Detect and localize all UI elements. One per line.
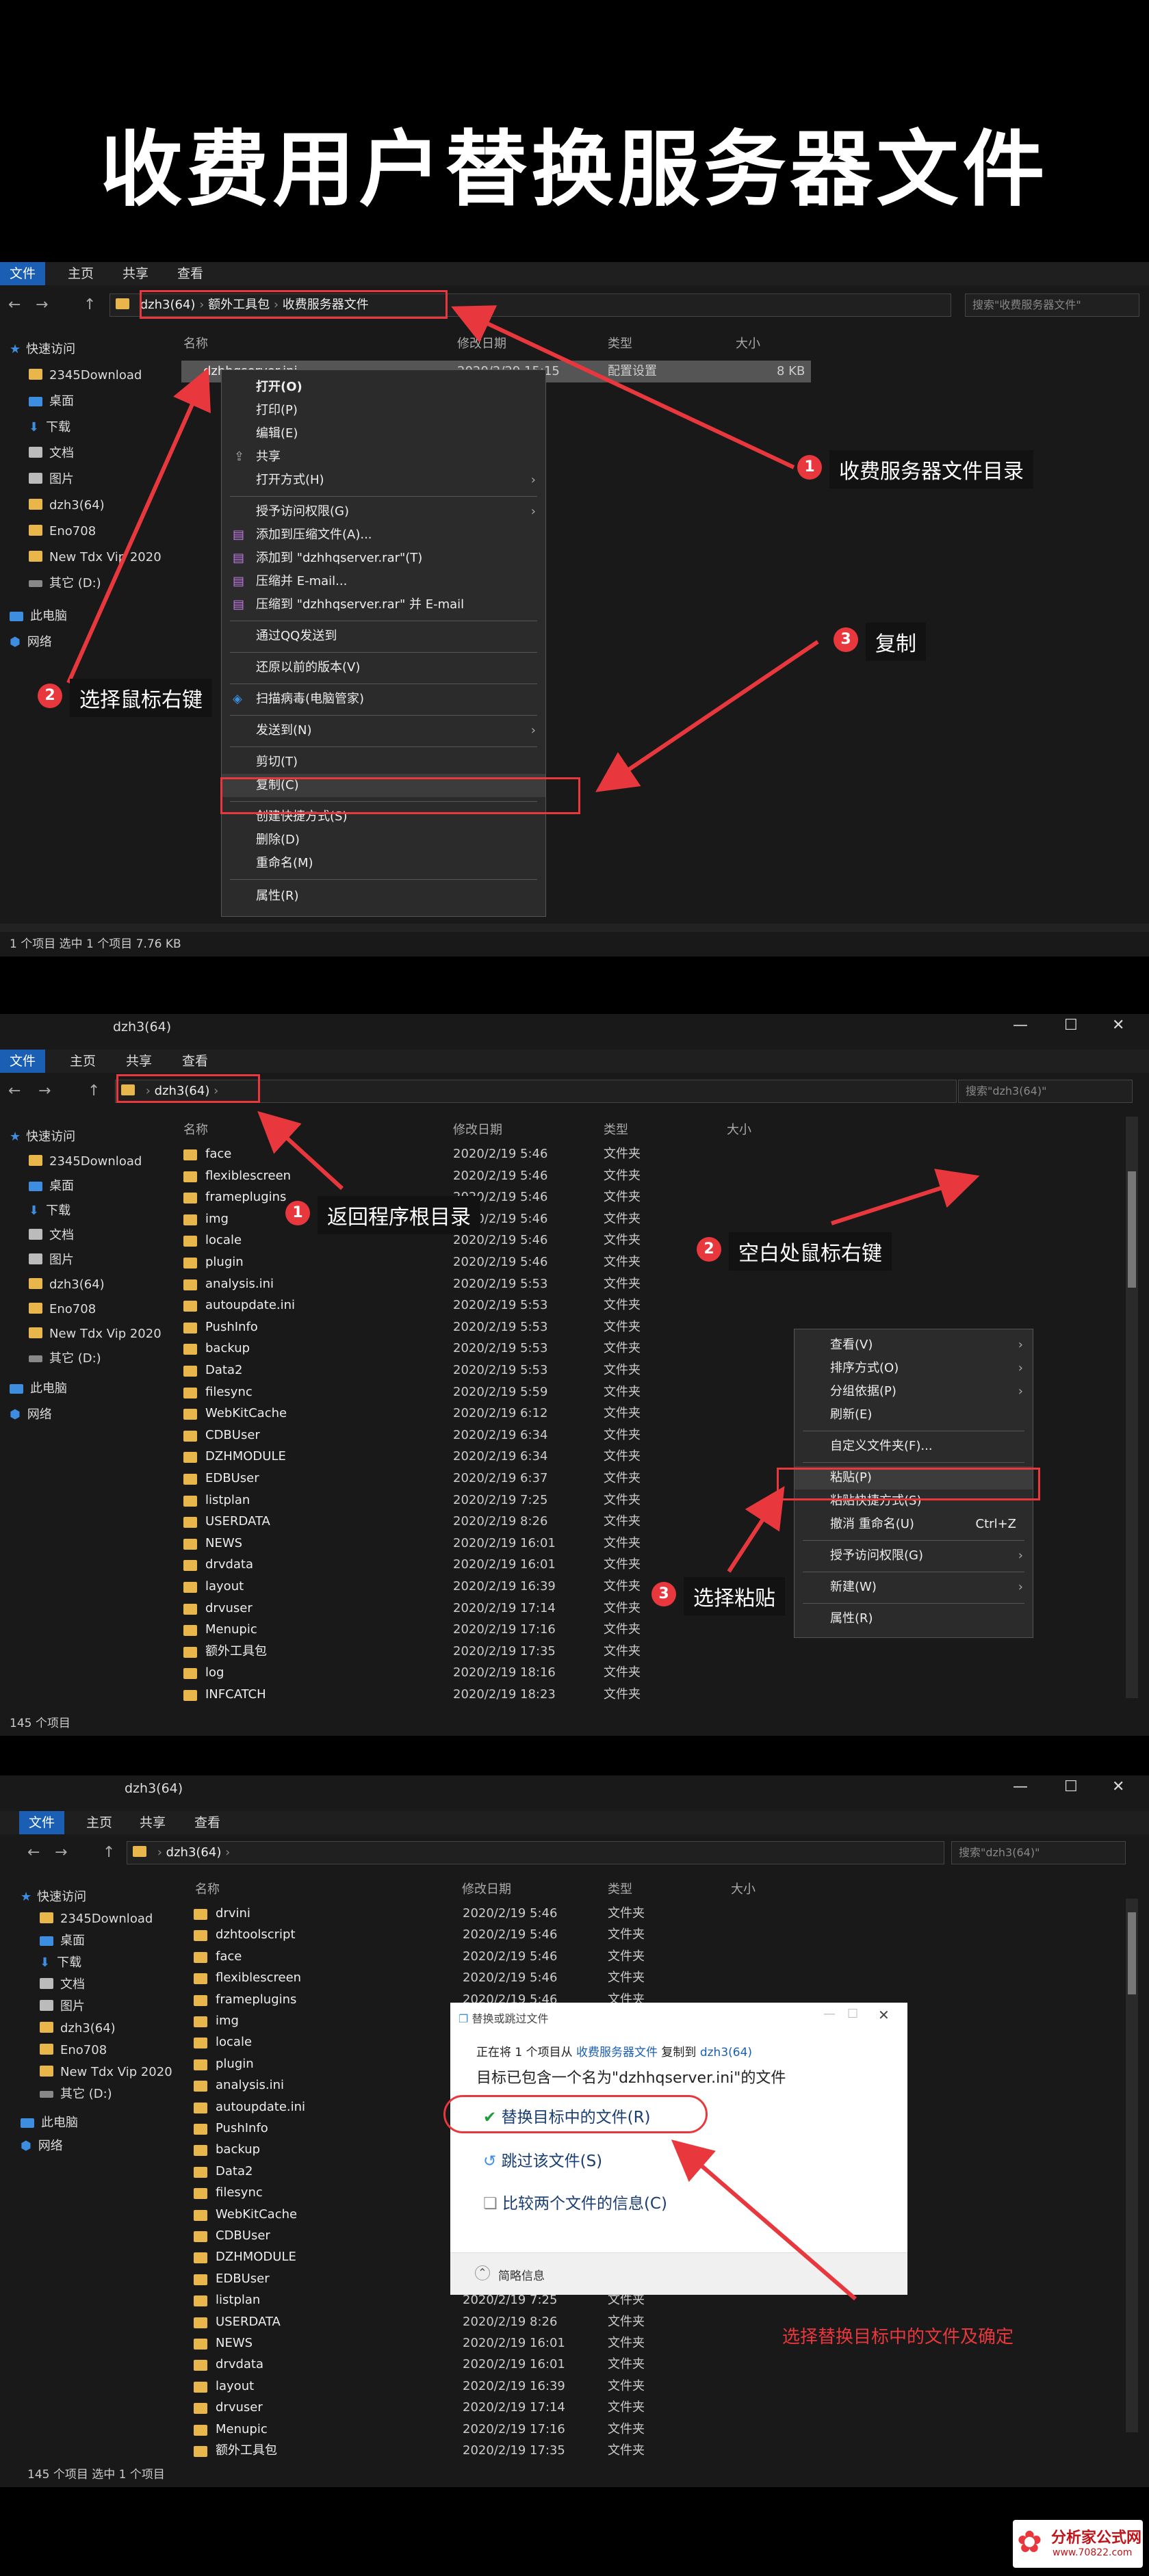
annotation-label: 空白处鼠标右键: [729, 1232, 892, 1271]
page-title: 收费用户替换服务器文件: [100, 122, 1049, 218]
annotation-label: 收费服务器文件目录: [829, 450, 1033, 489]
step-badge: 1: [797, 455, 822, 480]
step-badge: 3: [834, 627, 858, 652]
watermark-text: 分析家公式网: [1051, 2529, 1142, 2547]
annotation-label: 返回程序根目录: [318, 1196, 480, 1234]
annotation-label: 选择粘贴: [684, 1577, 785, 1615]
step-badge: 2: [38, 684, 62, 708]
logo-icon: ✿: [1017, 2525, 1042, 2560]
annotation-arrows-2: [257, 1110, 980, 1573]
watermark-url: www.70822.com: [1053, 2547, 1133, 2558]
watermark: ✿ 分析家公式网 www.70822.com: [1013, 2520, 1143, 2568]
annotation-label: 复制: [866, 623, 926, 661]
annotation-label: 选择鼠标右键: [70, 679, 212, 717]
step-badge: 1: [285, 1201, 310, 1225]
annotation-arrows-1: [66, 305, 819, 792]
step-badge: 2: [697, 1237, 721, 1262]
step-badge: 3: [651, 1582, 676, 1606]
annotation-arrow-3: [671, 2139, 857, 2301]
annotation-text: 选择替换目标中的文件及确定: [782, 2327, 1014, 2347]
